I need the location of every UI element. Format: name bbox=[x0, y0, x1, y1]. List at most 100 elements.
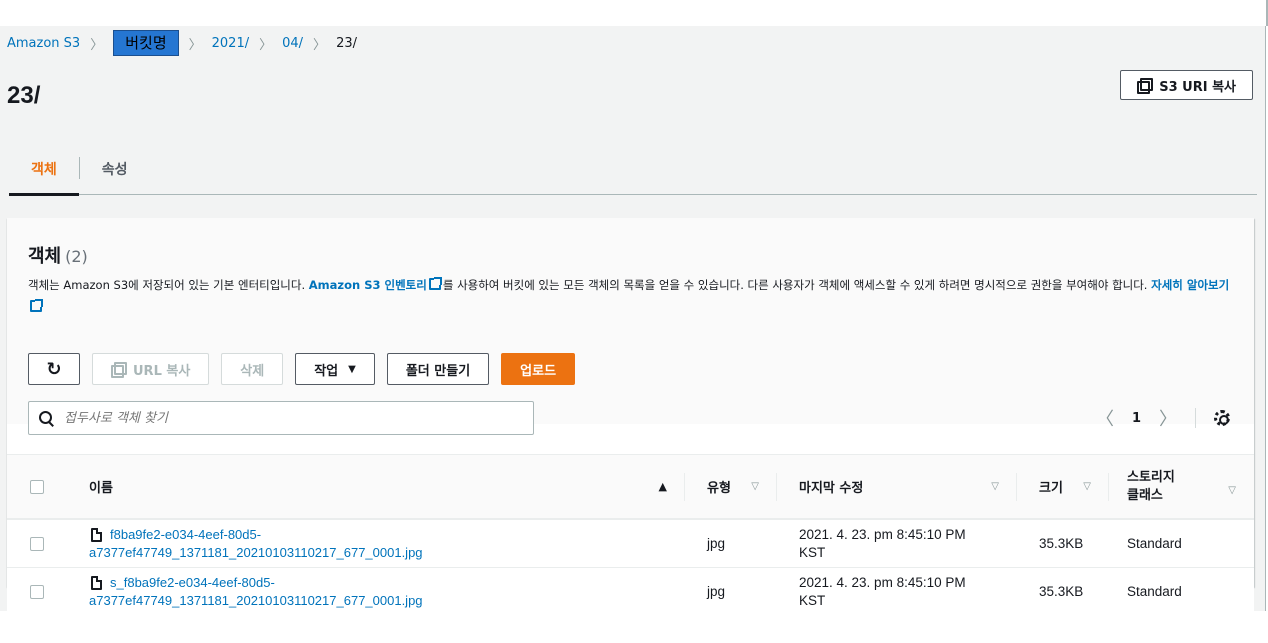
row-select-cell bbox=[7, 568, 67, 615]
table-row: f8ba9fe2-e034-4eef-80d5- a7377ef47749_13… bbox=[7, 519, 1254, 567]
object-storage-class: Standard bbox=[1127, 584, 1182, 599]
search-icon bbox=[39, 410, 54, 426]
objects-count: (2) bbox=[65, 247, 88, 266]
object-name-cell: s_f8ba9fe2-e034-4eef-80d5- a7377ef47749_… bbox=[67, 568, 685, 615]
select-all-checkbox[interactable] bbox=[30, 479, 44, 494]
column-header-size[interactable]: 크기 ▽ bbox=[1017, 455, 1109, 518]
modified-line1: 2021. 4. 23. pm 8:45:10 PM bbox=[799, 574, 966, 590]
pager-divider bbox=[1195, 408, 1196, 428]
actions-toolbar: ↻ URL 복사 삭제 작업 ▼ 폴더 만들기 업로드 bbox=[28, 353, 576, 385]
column-header-storage-class[interactable]: 스토리지 클래스 ▽ bbox=[1109, 455, 1254, 518]
object-last-modified: 2021. 4. 23. pm 8:45:10 PM KST bbox=[777, 520, 1017, 567]
object-link-part2[interactable]: a7377ef47749_1371181_20210103110217_677_… bbox=[89, 592, 423, 610]
object-type: jpg bbox=[707, 584, 726, 599]
object-storage-class: Standard bbox=[1127, 536, 1182, 551]
table-row: s_f8ba9fe2-e034-4eef-80d5- a7377ef47749_… bbox=[7, 567, 1254, 615]
object-link-part2[interactable]: a7377ef47749_1371181_20210103110217_677_… bbox=[89, 544, 423, 562]
breadcrumb-bucket-name[interactable]: 버킷명 bbox=[113, 30, 179, 56]
upload-button[interactable]: 업로드 bbox=[501, 353, 576, 385]
object-name[interactable]: s_f8ba9fe2-e034-4eef-80d5- a7377ef47749_… bbox=[89, 574, 423, 610]
caret-down-icon: ▼ bbox=[348, 363, 356, 375]
object-size: 35.3KB bbox=[1039, 584, 1084, 599]
column-size-label: 크기 bbox=[1039, 481, 1063, 496]
sort-icon[interactable]: ▽ bbox=[1228, 485, 1236, 496]
copy-s3-uri-button[interactable]: S3 URI 복사 bbox=[1120, 70, 1253, 100]
file-icon bbox=[91, 575, 102, 590]
chevron-right-icon: 〉 bbox=[313, 37, 327, 53]
column-storage-class-label: 스토리지 클래스 bbox=[1127, 469, 1175, 505]
object-name-line1: f8ba9fe2-e034-4eef-80d5- bbox=[89, 526, 423, 544]
actions-label: 작업 bbox=[314, 363, 339, 379]
row-checkbox[interactable] bbox=[30, 536, 44, 551]
learn-more-link[interactable]: 자세히 알아보기 bbox=[1151, 278, 1229, 292]
objects-table: 이름 ▲ 유형 ▽ 마지막 수정 ▽ 크기 ▽ 스토리지 클래스 ▽ f8ba9… bbox=[7, 454, 1254, 615]
breadcrumb-2021[interactable]: 2021/ bbox=[212, 36, 249, 51]
objects-title-text: 객체 bbox=[28, 246, 62, 267]
breadcrumb-23: 23/ bbox=[336, 35, 357, 51]
tab-properties[interactable]: 속성 bbox=[80, 142, 150, 195]
tab-bar: 객체 속성 bbox=[9, 142, 1257, 196]
breadcrumb-04[interactable]: 04/ bbox=[282, 36, 303, 51]
modified-line1: 2021. 4. 23. pm 8:45:10 PM bbox=[799, 526, 966, 542]
copy-icon bbox=[111, 362, 127, 378]
external-link-icon bbox=[428, 277, 442, 290]
objects-panel: 객체 (2) 객체는 Amazon S3에 저장되어 있는 기본 엔터티입니다. … bbox=[7, 218, 1254, 615]
objects-panel-title: 객체 (2) bbox=[28, 242, 88, 268]
description-text-1: 객체는 Amazon S3에 저장되어 있는 기본 엔터티입니다. bbox=[28, 278, 309, 292]
chevron-right-icon: 〉 bbox=[90, 37, 104, 53]
file-icon bbox=[91, 527, 102, 542]
object-name[interactable]: f8ba9fe2-e034-4eef-80d5- a7377ef47749_13… bbox=[89, 526, 423, 562]
copy-url-button[interactable]: URL 복사 bbox=[92, 353, 210, 385]
chevron-right-icon: 〉 bbox=[259, 37, 273, 53]
refresh-button[interactable]: ↻ bbox=[28, 353, 80, 385]
modified-line2: KST bbox=[799, 592, 826, 608]
modified-line2: KST bbox=[799, 544, 826, 560]
sort-ascending-icon[interactable]: ▲ bbox=[659, 480, 667, 493]
tab-objects[interactable]: 객체 bbox=[9, 142, 79, 196]
external-link-icon bbox=[30, 299, 43, 312]
object-type: jpg bbox=[707, 536, 726, 551]
description-text-2: 를 사용하여 버킷에 있는 모든 객체의 목록을 얻을 수 있습니다. 다른 사… bbox=[442, 278, 1152, 292]
breadcrumb-amazon-s3[interactable]: Amazon S3 bbox=[7, 36, 80, 51]
delete-button[interactable]: 삭제 bbox=[221, 353, 284, 385]
search-box bbox=[28, 401, 534, 435]
copy-s3-uri-label: S3 URI 복사 bbox=[1159, 79, 1236, 95]
search-input[interactable] bbox=[64, 410, 504, 426]
table-header-row: 이름 ▲ 유형 ▽ 마지막 수정 ▽ 크기 ▽ 스토리지 클래스 ▽ bbox=[7, 454, 1254, 519]
object-name-cell: f8ba9fe2-e034-4eef-80d5- a7377ef47749_13… bbox=[67, 520, 685, 567]
column-modified-label: 마지막 수정 bbox=[799, 481, 864, 496]
sort-icon[interactable]: ▽ bbox=[751, 481, 759, 492]
storage-class-line1: 스토리지 bbox=[1127, 469, 1175, 485]
current-page[interactable]: 1 bbox=[1132, 411, 1141, 426]
refresh-icon: ↻ bbox=[46, 358, 62, 380]
pagination: 〈 1 〉 bbox=[1096, 401, 1230, 435]
object-size: 35.3KB bbox=[1039, 536, 1084, 551]
objects-description: 객체는 Amazon S3에 저장되어 있는 기본 엔터티입니다. Amazon… bbox=[28, 274, 1243, 318]
breadcrumb: Amazon S3 〉 버킷명 〉 2021/ 〉 04/ 〉 23/ bbox=[7, 28, 357, 58]
copy-icon bbox=[1137, 78, 1154, 94]
chevron-right-icon[interactable]: 〉 bbox=[1159, 405, 1177, 431]
page-title: 23/ bbox=[7, 82, 41, 109]
object-link-part1[interactable]: s_f8ba9fe2-e034-4eef-80d5- bbox=[110, 574, 275, 592]
storage-class-line2: 클래스 bbox=[1127, 487, 1163, 503]
column-header-name[interactable]: 이름 ▲ bbox=[67, 455, 685, 518]
column-header-type[interactable]: 유형 ▽ bbox=[685, 455, 777, 518]
object-name-line1: s_f8ba9fe2-e034-4eef-80d5- bbox=[89, 574, 423, 592]
row-select-cell bbox=[7, 520, 67, 567]
sort-icon[interactable]: ▽ bbox=[991, 481, 999, 492]
copy-url-label: URL 복사 bbox=[133, 363, 191, 379]
chevron-left-icon[interactable]: 〈 bbox=[1096, 405, 1114, 431]
select-all-cell bbox=[7, 455, 67, 518]
sort-icon[interactable]: ▽ bbox=[1083, 481, 1091, 492]
column-name-label: 이름 bbox=[89, 481, 113, 496]
chevron-right-icon: 〉 bbox=[188, 37, 202, 53]
actions-dropdown-button[interactable]: 작업 ▼ bbox=[295, 353, 375, 385]
gear-icon[interactable] bbox=[1214, 410, 1230, 426]
column-header-last-modified[interactable]: 마지막 수정 ▽ bbox=[777, 455, 1017, 518]
objects-panel-header: 객체 (2) 객체는 Amazon S3에 저장되어 있는 기본 엔터티입니다. … bbox=[7, 218, 1254, 424]
create-folder-button[interactable]: 폴더 만들기 bbox=[386, 353, 490, 385]
s3-console-page: Amazon S3 〉 버킷명 〉 2021/ 〉 04/ 〉 23/ 23/ … bbox=[0, 26, 1266, 615]
row-checkbox[interactable] bbox=[30, 584, 44, 599]
object-link-part1[interactable]: f8ba9fe2-e034-4eef-80d5- bbox=[110, 526, 261, 544]
inventory-link[interactable]: Amazon S3 인벤토리 bbox=[309, 278, 427, 292]
